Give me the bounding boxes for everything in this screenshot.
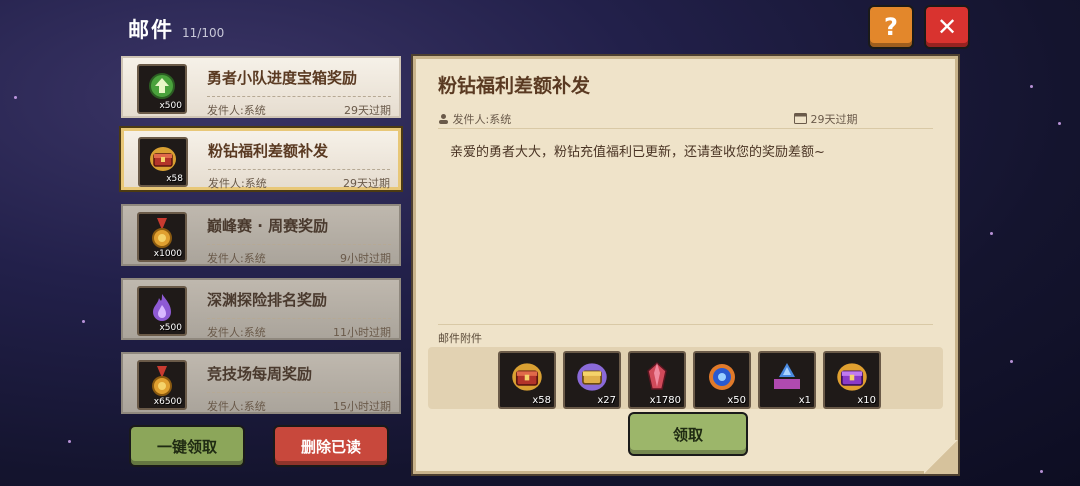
page-corner-fold — [924, 440, 958, 474]
help-button[interactable]: ? — [870, 7, 912, 47]
medal-icon — [152, 366, 172, 397]
mail-expire: 11小时过期 — [333, 326, 391, 339]
delete-read-button[interactable]: 删除已读 — [275, 427, 387, 465]
mail-item-selected[interactable]: x58 粉钻福利差额补发 发件人:系统 29天过期 — [121, 128, 401, 190]
mail-title: 深渊探险排名奖励 — [207, 291, 328, 309]
item-quantity: x500 — [159, 323, 182, 333]
mail-title: 巅峰赛 · 周赛奖励 — [207, 217, 329, 235]
detail-expire-text: 29天过期 — [810, 113, 858, 126]
attachment-quantity: x10 — [857, 395, 876, 406]
attachments-row: x58 x27 x1780 x50 x1 x10 — [428, 347, 943, 409]
attachment-quantity: x1780 — [649, 395, 681, 406]
purple-flame-icon — [153, 294, 171, 322]
item-quantity: x1000 — [153, 249, 182, 259]
claim-all-button[interactable]: 一键领取 — [131, 427, 243, 465]
purple-treasure-chest-icon — [837, 363, 867, 391]
mail-count: 11/100 — [182, 26, 225, 40]
detail-body: 亲爱的勇者大大，粉钻充值福利已更新，还请查收您的奖励差额~ — [450, 145, 825, 160]
attachments-label: 邮件附件 — [438, 332, 482, 345]
mail-expire: 15小时过期 — [333, 400, 391, 413]
treasure-chest-icon — [150, 147, 176, 172]
mail-expire: 9小时过期 — [340, 252, 391, 265]
mail-item-icon: x58 — [138, 137, 188, 187]
attachment-slot[interactable]: x1780 — [628, 351, 686, 409]
purple-chest-icon — [577, 363, 607, 391]
mail-item[interactable]: x500 勇者小队进度宝箱奖励 发件人:系统 29天过期 — [121, 56, 401, 118]
item-quantity: x500 — [159, 101, 182, 111]
attachment-quantity: x27 — [597, 395, 616, 406]
attachment-quantity: x50 — [727, 395, 746, 406]
detail-meta: 发件人:系统 29天过期 — [438, 107, 933, 129]
mail-item-icon: x6500 — [137, 360, 187, 410]
mail-detail-panel: 粉钻福利差额补发 发件人:系统 29天过期 亲爱的勇者大大，粉钻充值福利已更新，… — [413, 56, 958, 474]
attachment-slot[interactable]: x10 — [823, 351, 881, 409]
item-quantity: x58 — [166, 174, 183, 184]
mail-sender: 发件人:系统 — [207, 104, 266, 117]
detail-expire: 29天过期 — [794, 111, 858, 127]
item-quantity: x6500 — [153, 397, 182, 407]
mail-item-icon: x1000 — [137, 212, 187, 262]
blue-crystal-shrine-icon — [774, 362, 800, 389]
user-icon — [439, 114, 448, 124]
medal-icon — [152, 218, 172, 249]
attachment-quantity: x58 — [532, 395, 551, 406]
detail-sender-text: 发件人:系统 — [452, 113, 512, 126]
mail-expire: 29天过期 — [344, 104, 391, 117]
detail-sender: 发件人:系统 — [438, 111, 511, 127]
close-button[interactable]: ✕ — [926, 7, 968, 47]
blue-orb-icon — [709, 363, 735, 390]
page-title: 邮件 — [128, 18, 174, 42]
mail-title: 竞技场每周奖励 — [207, 365, 313, 383]
mail-item-icon: x500 — [137, 286, 187, 336]
mail-sender: 发件人:系统 — [207, 326, 266, 339]
mail-sender: 发件人:系统 — [207, 252, 266, 265]
calendar-icon — [794, 113, 807, 124]
mail-sender: 发件人:系统 — [207, 400, 266, 413]
claim-button[interactable]: 领取 — [630, 414, 746, 454]
mail-header: 邮件 11/100 — [128, 14, 224, 44]
mail-title: 勇者小队进度宝箱奖励 — [207, 69, 358, 87]
mail-item[interactable]: x1000 巅峰赛 · 周赛奖励 发件人:系统 9小时过期 — [121, 204, 401, 266]
mail-item[interactable]: x500 深渊探险排名奖励 发件人:系统 11小时过期 — [121, 278, 401, 340]
red-crystal-icon — [647, 361, 667, 390]
attachment-slot[interactable]: x58 — [498, 351, 556, 409]
attachment-slot[interactable]: x50 — [693, 351, 751, 409]
treasure-chest-icon — [512, 363, 542, 391]
attachment-slot[interactable]: x27 — [563, 351, 621, 409]
mail-sender: 发件人:系统 — [208, 177, 267, 190]
arrow-up-icon — [149, 73, 175, 100]
attachment-quantity: x1 — [798, 395, 811, 406]
attachment-slot[interactable]: x1 — [758, 351, 816, 409]
mail-item[interactable]: x6500 竞技场每周奖励 发件人:系统 15小时过期 — [121, 352, 401, 414]
mail-expire: 29天过期 — [343, 177, 390, 190]
mail-title: 粉钻福利差额补发 — [208, 142, 329, 160]
detail-title: 粉钻福利差额补发 — [438, 75, 591, 97]
mail-item-icon: x500 — [137, 64, 187, 114]
